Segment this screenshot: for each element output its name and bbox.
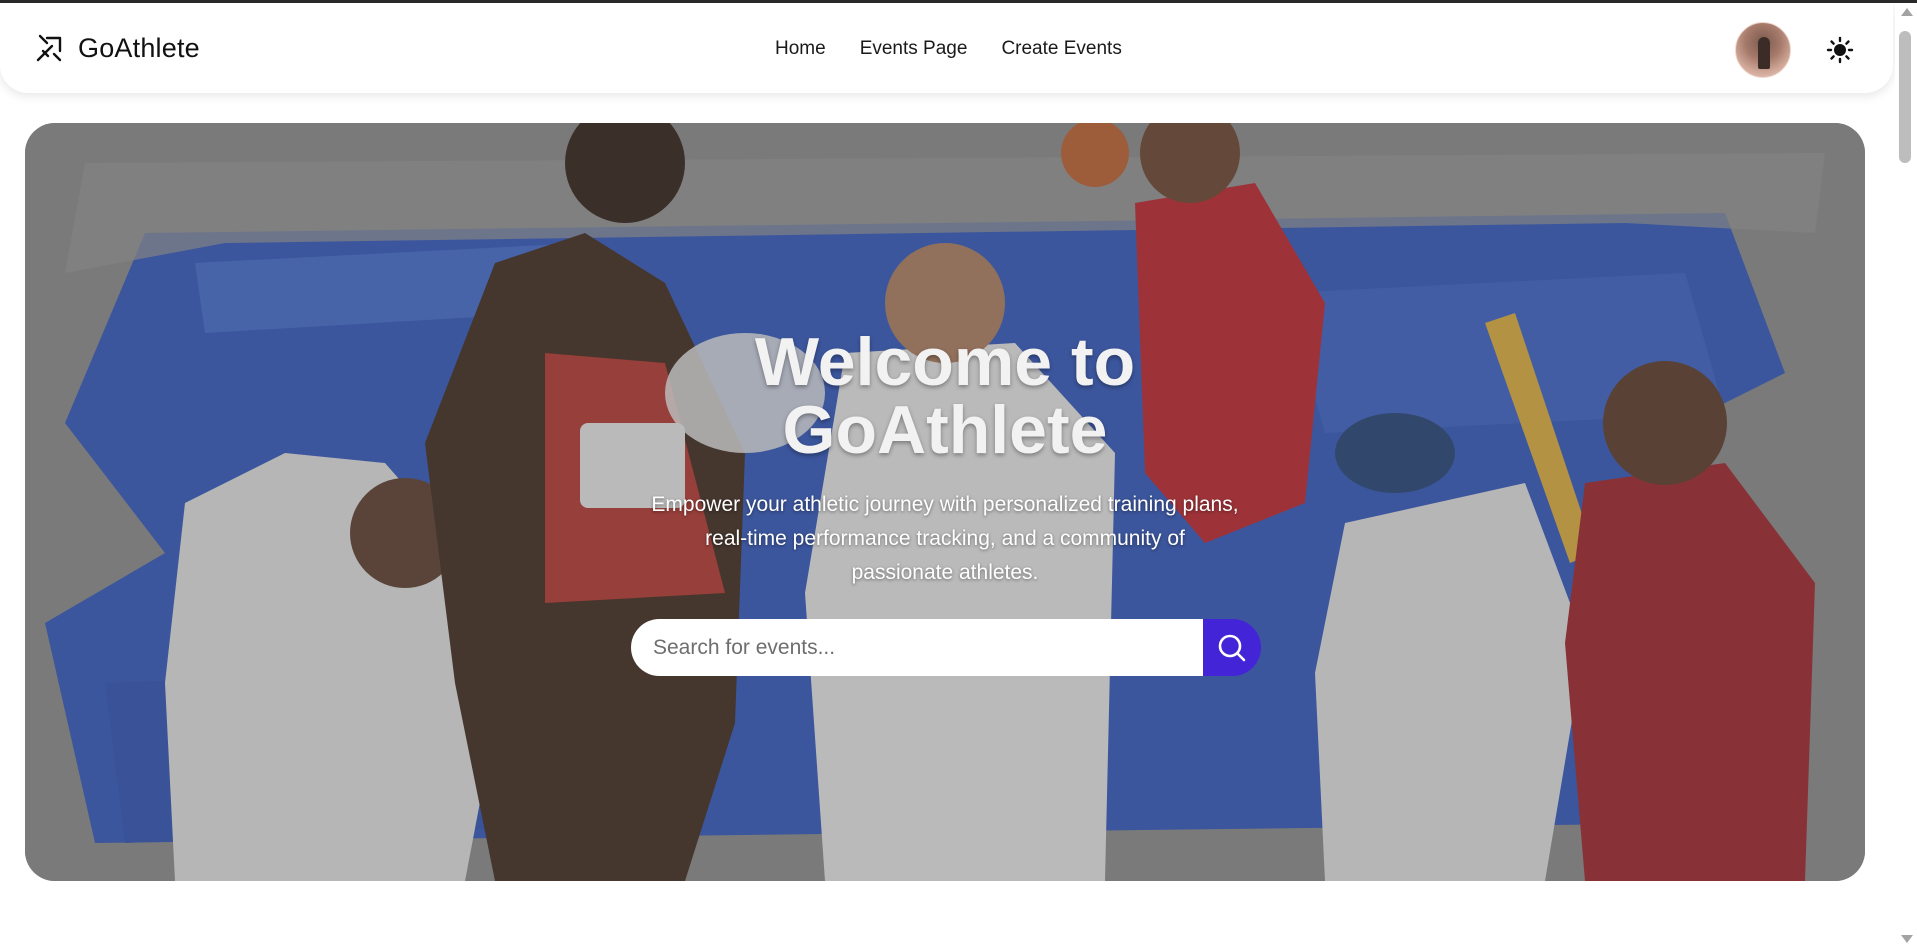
hero-title-line2: GoAthlete [782,392,1108,468]
avatar-figure [1758,37,1770,69]
page-scrollbar[interactable] [1895,3,1917,951]
search-button[interactable] [1203,619,1261,676]
scroll-down-arrow-icon[interactable] [1901,935,1913,943]
main-nav: Home Events Page Create Events [775,38,1122,60]
hero-banner: Welcome to GoAthlete Empower your athlet… [25,123,1865,881]
hero-subtitle: Empower your athletic journey with perso… [620,488,1270,590]
scroll-thumb[interactable] [1899,31,1911,163]
hero-content: Welcome to GoAthlete Empower your athlet… [25,123,1865,881]
search-icon [1218,634,1246,661]
navbar: GoAthlete Home Events Page Create Events [0,3,1893,93]
sprint-arrows-icon [36,34,62,62]
brand[interactable]: GoAthlete [34,32,200,64]
hero-subtitle-line3: passionate athletes. [851,561,1039,584]
hero-subtitle-line2: real-time performance tracking, and a co… [705,527,1185,550]
event-search-bar [631,619,1261,676]
scroll-up-arrow-icon[interactable] [1901,8,1913,16]
sun-icon[interactable] [1826,36,1854,64]
hero-subtitle-line1: Empower your athletic journey with perso… [651,493,1239,516]
brand-name: GoAthlete [78,32,200,63]
nav-link-create-events[interactable]: Create Events [1001,38,1121,60]
search-input[interactable] [631,619,1203,676]
user-avatar[interactable] [1735,22,1791,78]
hero-title: Welcome to GoAthlete [25,328,1865,464]
nav-link-home[interactable]: Home [775,38,826,60]
nav-link-events-page[interactable]: Events Page [860,38,968,60]
hero-title-line1: Welcome to [754,324,1136,400]
